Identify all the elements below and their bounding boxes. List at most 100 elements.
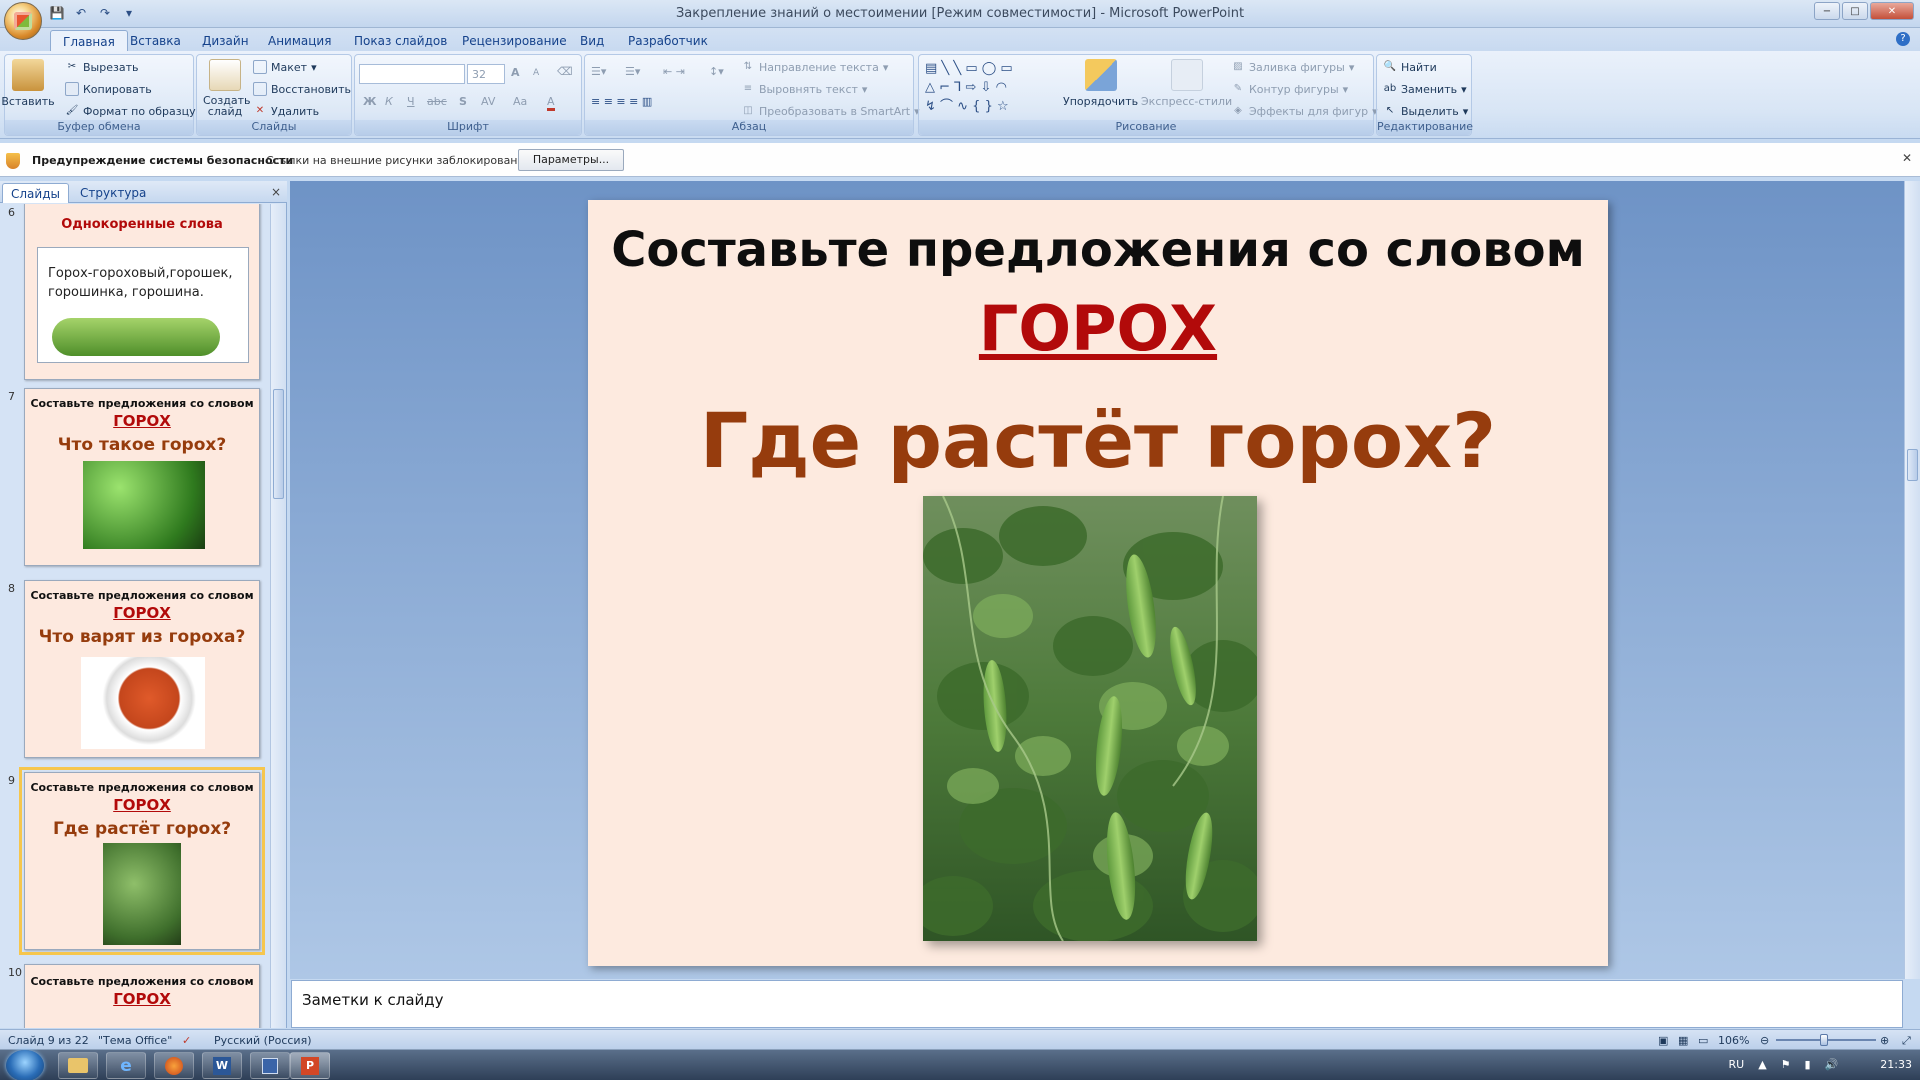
powerpoint-taskbar-icon[interactable]: P [290, 1052, 330, 1079]
shape-effects-button[interactable]: ◈ Эффекты для фигур ▾ [1231, 104, 1377, 118]
shadow-button[interactable]: S [459, 95, 467, 108]
spellcheck-icon[interactable]: ✓ [182, 1034, 191, 1047]
view-normal-icon[interactable]: ▣ [1658, 1034, 1668, 1047]
tab-home[interactable]: Главная [50, 30, 128, 52]
thumbnail-question: Что варят из гороха? [38, 627, 246, 647]
slide-thumbnail-6[interactable]: Однокоренные слова Горох-гороховый,горош… [24, 204, 260, 380]
save-taskbar-icon[interactable] [250, 1052, 290, 1079]
grow-font-button[interactable]: A [511, 66, 520, 79]
font-name-combo[interactable] [359, 64, 465, 84]
tray-expand-icon[interactable]: ▲ [1758, 1058, 1766, 1071]
maximize-button[interactable]: □ [1842, 2, 1868, 20]
replace-button[interactable]: ab Заменить ▾ [1383, 82, 1467, 96]
format-painter-button[interactable]: 🖌 Формат по образцу [65, 104, 196, 118]
arrange-button[interactable]: Упорядочить [1063, 59, 1138, 108]
tab-review[interactable]: Рецензирование [450, 30, 579, 52]
fit-window-icon[interactable]: ⤢ [1902, 1034, 1911, 1048]
bold-button[interactable]: Ж [363, 95, 376, 108]
zoom-out-icon[interactable]: ⊖ [1760, 1034, 1769, 1047]
tab-outline[interactable]: Структура [72, 183, 154, 203]
slide-thumbnail-10[interactable]: Составьте предложения со словом ГОРОХ [24, 964, 260, 1028]
theme-name[interactable]: "Тема Office" [98, 1034, 172, 1047]
scrollbar-thumb[interactable] [273, 389, 284, 499]
close-button[interactable]: ✕ [1870, 2, 1914, 20]
view-slideshow-icon[interactable]: ▭ [1698, 1034, 1708, 1047]
options-button[interactable]: Параметры... [518, 149, 624, 171]
group-label: Слайды [197, 120, 351, 135]
clear-format-icon[interactable]: ⌫ [557, 65, 573, 78]
close-security-bar-icon[interactable]: ✕ [1902, 151, 1912, 165]
tab-insert[interactable]: Вставка [118, 30, 193, 52]
zoom-slider-knob[interactable] [1820, 1034, 1828, 1046]
word-taskbar-icon[interactable]: W [202, 1052, 242, 1079]
scrollbar-thumb[interactable] [1907, 449, 1918, 481]
tab-design[interactable]: Дизайн [190, 30, 261, 52]
slide-thumbnail-7[interactable]: Составьте предложения со словом ГОРОХ Чт… [24, 388, 260, 566]
view-sorter-icon[interactable]: ▦ [1678, 1034, 1688, 1047]
slide-thumbnail-8[interactable]: Составьте предложения со словом ГОРОХ Чт… [24, 580, 260, 758]
zoom-in-icon[interactable]: ⊕ [1880, 1034, 1889, 1047]
tab-animation[interactable]: Анимация [256, 30, 343, 52]
notes-pane[interactable]: Заметки к слайду [291, 980, 1903, 1028]
reset-button[interactable]: Восстановить [253, 82, 351, 96]
select-button[interactable]: ↖ Выделить ▾ [1383, 104, 1468, 118]
cut-button[interactable]: ✂ Вырезать [65, 60, 139, 74]
slide-word[interactable]: ГОРОХ [588, 292, 1608, 365]
new-slide-icon [209, 59, 241, 91]
start-button[interactable] [6, 1050, 44, 1080]
zoom-level[interactable]: 106% [1718, 1034, 1749, 1047]
language-indicator[interactable]: Русский (Россия) [214, 1034, 312, 1047]
underline-button[interactable]: Ч [407, 95, 415, 108]
thumbnail-number: 10 [8, 966, 22, 979]
find-button[interactable]: 🔍 Найти [1383, 60, 1437, 74]
font-size-combo[interactable]: 32 [467, 64, 505, 84]
font-color-button[interactable]: A [547, 95, 555, 111]
copy-button[interactable]: Копировать [65, 82, 152, 96]
line-spacing-icon[interactable]: ↕▾ [709, 65, 724, 78]
numbering-icon[interactable]: ☰▾ [625, 65, 640, 78]
close-pane-icon[interactable]: × [271, 185, 281, 199]
pane-scrollbar[interactable] [270, 204, 286, 1028]
shapes-gallery[interactable]: ▤ ╲ ╲ ▭ ◯ ▭ △ ⌐ ⅂ ⇨ ⇩ ◠ ↯ ⌒ ∿ { } ☆ [925, 59, 1013, 116]
zoom-slider[interactable] [1776, 1034, 1876, 1046]
delete-slide-button[interactable]: ✕ Удалить [253, 104, 319, 118]
layout-button[interactable]: Макет ▾ [253, 60, 317, 74]
network-icon[interactable]: ▮ [1805, 1058, 1811, 1071]
firefox-taskbar-icon[interactable] [154, 1052, 194, 1079]
help-icon[interactable]: ? [1896, 32, 1910, 46]
pea-plant-photo[interactable] [913, 495, 1263, 942]
office-button[interactable] [4, 2, 42, 40]
quick-styles-button[interactable]: Экспресс-стили [1141, 59, 1232, 108]
editor-scrollbar[interactable] [1904, 181, 1920, 979]
tab-view[interactable]: Вид [568, 30, 616, 52]
new-slide-button[interactable]: Создать слайд [203, 59, 251, 117]
text-direction-button[interactable]: ⇅ Направление текста ▾ [741, 60, 889, 74]
tab-slides[interactable]: Слайды [2, 183, 69, 203]
current-slide[interactable]: Составьте предложения со словом ГОРОХ Гд… [588, 200, 1608, 966]
spacing-button[interactable]: AV [481, 95, 495, 108]
explorer-taskbar-icon[interactable] [58, 1052, 98, 1079]
slide-thumbnail-9[interactable]: Составьте предложения со словом ГОРОХ Гд… [19, 767, 265, 955]
indent-icon[interactable]: ⇤ ⇥ [663, 65, 685, 78]
align-buttons[interactable]: ≡ ≡ ≡ ≡ ▥ [591, 95, 652, 108]
slide-title[interactable]: Составьте предложения со словом [588, 222, 1608, 278]
align-text-button[interactable]: ≡ Выровнять текст ▾ [741, 82, 868, 96]
bullets-icon[interactable]: ☰▾ [591, 65, 606, 78]
tab-slideshow[interactable]: Показ слайдов [342, 30, 459, 52]
smartart-button[interactable]: ◫ Преобразовать в SmartArt ▾ [741, 104, 919, 118]
italic-button[interactable]: К [385, 95, 393, 108]
volume-icon[interactable]: 🔊 [1825, 1058, 1839, 1071]
tab-developer[interactable]: Разработчик [616, 30, 720, 52]
slide-question[interactable]: Где растёт горох? [588, 396, 1608, 485]
shrink-font-button[interactable]: A [533, 68, 539, 78]
change-case-button[interactable]: Aa [513, 95, 527, 108]
clock[interactable]: 21:33 [1880, 1058, 1912, 1071]
ie-taskbar-icon[interactable]: e [106, 1052, 146, 1079]
minimize-button[interactable]: − [1814, 2, 1840, 20]
flag-icon[interactable]: ⚑ [1781, 1058, 1791, 1071]
paste-button[interactable]: Вставить [1, 59, 55, 108]
input-language[interactable]: RU [1728, 1058, 1744, 1071]
shape-fill-button[interactable]: ▨ Заливка фигуры ▾ [1231, 60, 1354, 74]
strike-button[interactable]: abc [427, 95, 447, 108]
shape-outline-button[interactable]: ✎ Контур фигуры ▾ [1231, 82, 1348, 96]
